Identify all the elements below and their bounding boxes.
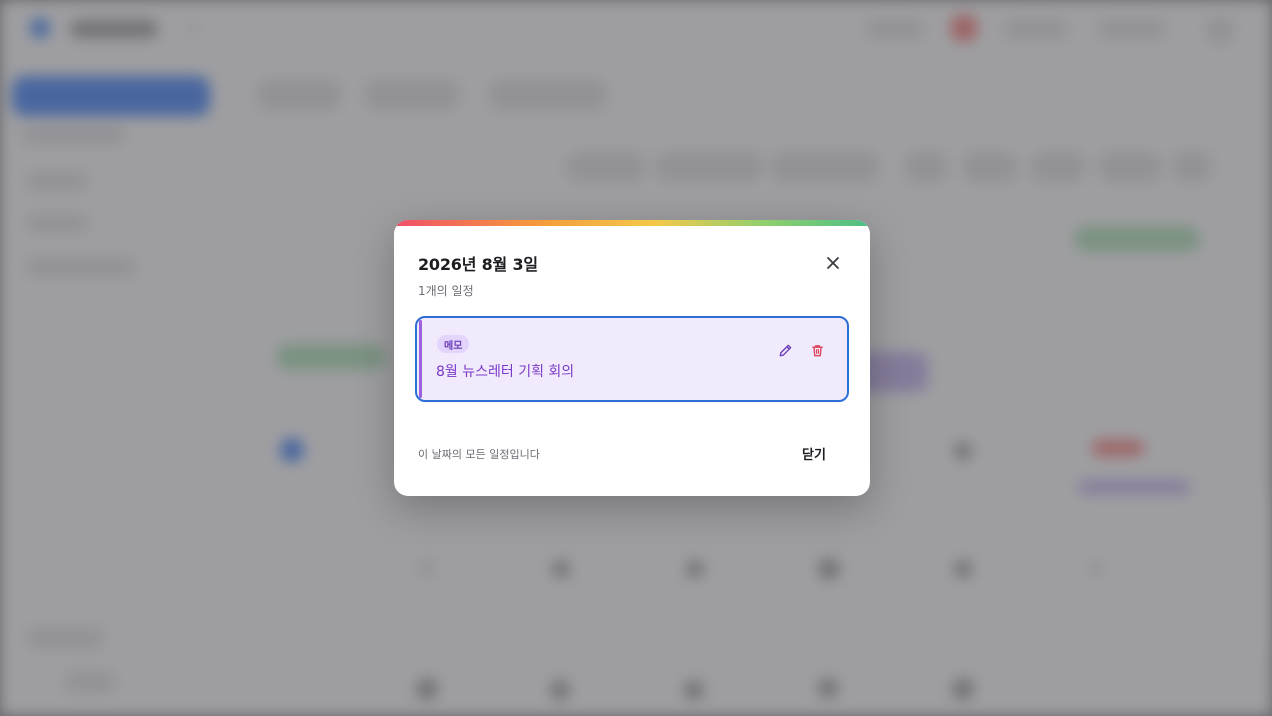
pencil-icon[interactable] (775, 340, 795, 360)
footer-note: 이 날짜의 모든 일정입니다 (418, 448, 540, 461)
trash-icon[interactable] (807, 340, 827, 360)
day-events-modal: 2026년 8월 3일 1개의 일정 메모 8월 뉴스레터 기획 회의 이 날짜… (394, 220, 870, 496)
modal-title: 2026년 8월 3일 (418, 255, 538, 274)
event-count-label: 1개의 일정 (418, 284, 474, 298)
event-category-badge: 메모 (437, 335, 470, 353)
event-title: 8월 뉴스레터 기획 회의 (436, 364, 575, 380)
modal-top-accent-bar (394, 220, 870, 226)
close-button[interactable]: 닫기 (796, 442, 832, 464)
event-card[interactable]: 메모 8월 뉴스레터 기획 회의 (415, 316, 849, 402)
close-icon[interactable] (822, 252, 844, 274)
